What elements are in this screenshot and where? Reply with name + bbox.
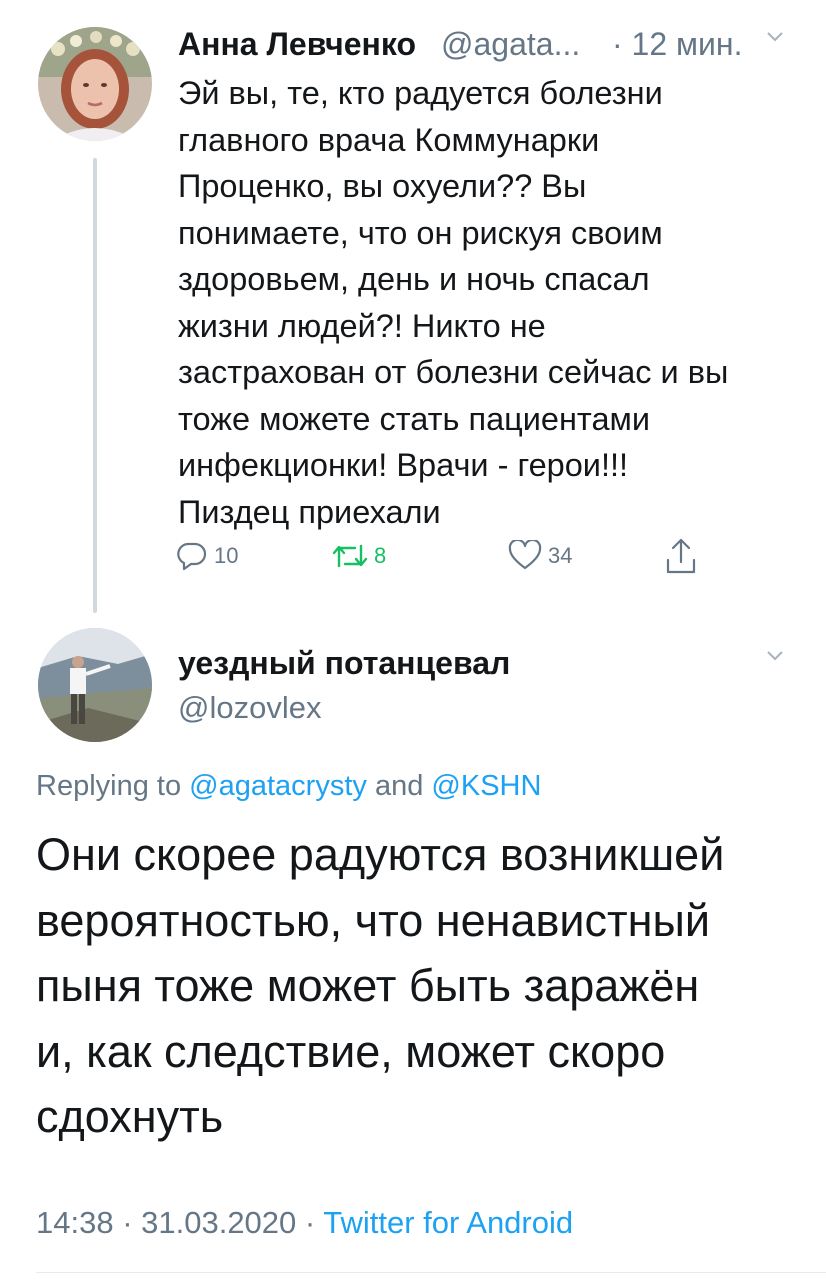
like-button[interactable]: 34 xyxy=(508,540,572,572)
replying-to: Replying to @agatacrysty and @KSHN xyxy=(36,770,541,803)
tweet-text-line: пыня тоже может быть заражён xyxy=(36,960,700,1011)
tweet-text-line: сдохнуть xyxy=(36,1091,224,1142)
avatar-lozovlex[interactable] xyxy=(38,628,152,742)
author-name[interactable]: уездный потанцевал xyxy=(178,645,510,682)
tweet-text-line: застрахован от болезни сейчас и вы xyxy=(178,354,729,390)
tweet-text-line: Эй вы, те, кто радуется болезни xyxy=(178,75,663,111)
retweet-count: 8 xyxy=(374,543,387,568)
tweet-timestamp: 14:38 · 31.03.2020 · xyxy=(36,1205,316,1240)
tweet-source-link[interactable]: Twitter for Android xyxy=(323,1205,573,1240)
chevron-down-icon[interactable] xyxy=(766,647,784,665)
share-button[interactable] xyxy=(664,536,698,576)
mention-link[interactable]: @KSHN xyxy=(431,770,541,802)
like-count: 34 xyxy=(548,543,573,568)
tweet-text: Эй вы, те, кто радуется болезни главного… xyxy=(178,70,808,535)
tweet-text-line: здоровьем, день и ночь спасал xyxy=(178,261,650,297)
tweet-text-line: и, как следствие, может скоро xyxy=(36,1025,666,1077)
tweet-text-line: тоже можете стать пациентами xyxy=(178,400,651,437)
thread-line xyxy=(93,158,97,613)
author-name[interactable]: Анна Левченко xyxy=(178,26,416,63)
tweet-text-line: Проценко, вы охуели?? Вы xyxy=(178,168,587,204)
reply-icon xyxy=(177,542,207,571)
replying-to-and: and xyxy=(374,770,424,802)
tweet-text: Они скорее радуются возникшей вероятност… xyxy=(36,822,806,1150)
tweet-time[interactable]: · 12 мин. xyxy=(612,26,742,63)
avatar-anna[interactable] xyxy=(38,27,152,141)
heart-icon xyxy=(508,540,542,570)
tweet-text-line: вероятностью, что ненавистный xyxy=(36,894,710,946)
author-handle[interactable]: @lozovlex xyxy=(178,690,321,726)
tweet-text-line: жизни людей?! Никто не xyxy=(178,307,546,344)
tweet-text-line: Пиздец приехали xyxy=(178,493,441,530)
divider xyxy=(36,1272,826,1273)
author-handle[interactable]: @agata... xyxy=(441,26,580,63)
retweet-icon xyxy=(332,544,368,568)
replying-to-label: Replying to xyxy=(36,770,182,802)
retweet-button[interactable]: 8 xyxy=(330,540,386,572)
tweet-text-line: инфекционки! Врачи - герои!!! xyxy=(178,447,629,483)
reply-count: 10 xyxy=(214,543,239,568)
tweet-text-line: понимаете, что он рискуя своим xyxy=(178,214,663,251)
reply-button[interactable]: 10 xyxy=(176,540,238,572)
tweet-text-line: Они скорее радуются возникшей xyxy=(36,829,725,880)
tweet-meta: 14:38 · 31.03.2020 · Twitter for Android xyxy=(36,1205,573,1241)
share-icon xyxy=(666,538,696,574)
chevron-down-icon[interactable] xyxy=(766,28,784,46)
mention-link[interactable]: @agatacrysty xyxy=(189,770,367,802)
tweet-text-line: главного врача Коммунарки xyxy=(178,121,600,158)
